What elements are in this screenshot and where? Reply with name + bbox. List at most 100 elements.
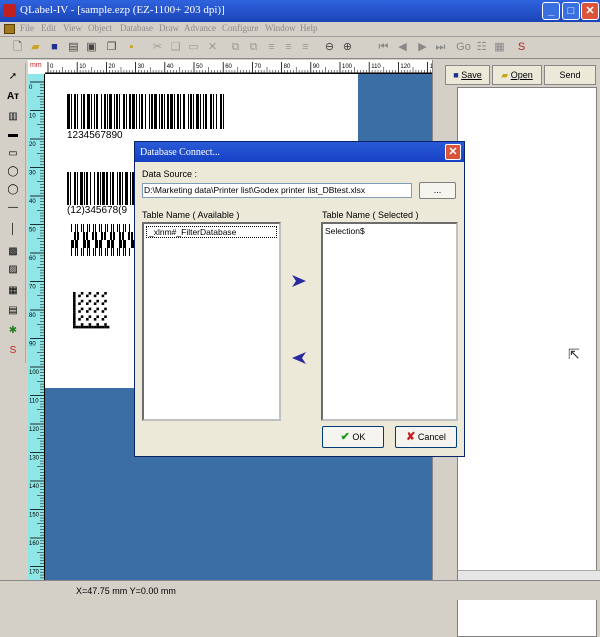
- page-setup-icon[interactable]: ❐: [104, 40, 119, 55]
- pdf417-icon[interactable]: ▤: [4, 303, 22, 319]
- open-label: Open: [510, 70, 533, 80]
- database-connect-dialog: Database Connect... ✕ Data Source : D:\M…: [134, 141, 465, 457]
- coords-readout: X=47.75 mm Y=0.00 mm: [76, 586, 176, 596]
- barcode-datamatrix: [73, 292, 110, 329]
- close-button[interactable]: ✕: [581, 2, 599, 20]
- h-ruler-label: 20: [108, 64, 115, 70]
- menu-window[interactable]: Window: [265, 23, 296, 33]
- data-source-value: D:\Marketing data\Printer list\Godex pri…: [144, 185, 366, 195]
- menu-object[interactable]: Object: [88, 23, 112, 33]
- window-title: QLabel-IV - [sample.ezp (EZ-1100+ 203 dp…: [20, 4, 225, 16]
- save-icon[interactable]: ■: [47, 40, 62, 55]
- h-ruler-label: 90: [313, 64, 320, 70]
- ellipse-icon[interactable]: ◯: [4, 164, 22, 180]
- h-ruler-label: 120: [400, 64, 411, 70]
- save-panel-button[interactable]: ■ Save: [445, 65, 490, 85]
- qrcode-icon[interactable]: ▩: [4, 244, 22, 260]
- dialog-close-button[interactable]: ✕: [445, 144, 461, 160]
- v-ruler-label: 50: [29, 228, 36, 234]
- align-left-icon[interactable]: ≡: [264, 40, 279, 55]
- status-bar: X=47.75 mm Y=0.00 mm: [0, 580, 600, 600]
- delete-icon[interactable]: ✕: [205, 40, 220, 55]
- database-icon[interactable]: ☷: [474, 40, 489, 55]
- h-ruler-label: 100: [342, 64, 353, 70]
- menu-view[interactable]: View: [63, 23, 82, 33]
- selected-table-list[interactable]: Selection$: [321, 222, 458, 421]
- barcode-tool-icon[interactable]: ▥: [4, 109, 22, 125]
- menu-help[interactable]: Help: [300, 23, 318, 33]
- cut-icon[interactable]: ✂: [150, 40, 165, 55]
- send-button[interactable]: Send: [544, 65, 596, 85]
- browse-button[interactable]: ...: [419, 182, 456, 199]
- v-ruler-label: 160: [29, 541, 40, 547]
- v-ruler-label: 90: [29, 342, 36, 348]
- horizontal-ruler: 0102030405060708090100110120130 mm: [28, 60, 432, 74]
- copy-icon[interactable]: ❏: [168, 40, 183, 55]
- vertical-line-icon[interactable]: │: [4, 222, 22, 238]
- x-icon: ✘: [406, 431, 416, 443]
- v-ruler-label: 40: [29, 199, 36, 205]
- menu-edit[interactable]: Edit: [41, 23, 56, 33]
- available-table-list[interactable]: _xlnm#_FilterDatabase: [142, 222, 281, 421]
- cancel-button[interactable]: ✘ Cancel: [395, 426, 457, 448]
- next-page-icon[interactable]: ▶: [415, 40, 430, 55]
- first-page-icon[interactable]: ⏮: [376, 40, 391, 55]
- file-list[interactable]: ⇱: [457, 87, 597, 637]
- maximize-button[interactable]: □: [562, 2, 580, 20]
- paste-icon[interactable]: ▭: [186, 40, 201, 55]
- open-folder-icon[interactable]: ▰: [28, 40, 43, 55]
- barcode2-text: (12)345678(9: [67, 205, 128, 216]
- rectangle-icon[interactable]: ▭: [4, 146, 22, 162]
- v-ruler-label: 120: [29, 427, 40, 433]
- image-icon[interactable]: ▨: [4, 262, 22, 278]
- h-ruler-label: 10: [79, 64, 86, 70]
- menu-database[interactable]: Database: [120, 23, 153, 33]
- print-preview-icon[interactable]: ▣: [84, 40, 99, 55]
- filled-rect-icon[interactable]: ▬: [4, 127, 22, 143]
- text-tool-icon[interactable]: Aт: [4, 89, 22, 105]
- new-icon[interactable]: 🗋: [10, 40, 25, 55]
- horizontal-scrollbar[interactable]: [458, 570, 600, 580]
- selected-table-item[interactable]: Selection$: [325, 226, 365, 236]
- person-icon[interactable]: ✱: [4, 323, 22, 339]
- remove-arrow-icon[interactable]: [292, 352, 306, 364]
- v-ruler-label: 30: [29, 171, 36, 177]
- barcode-gs1: [67, 172, 136, 205]
- ok-button[interactable]: ✔ OK: [322, 426, 384, 448]
- menu-file[interactable]: File: [20, 23, 34, 33]
- align-right-icon[interactable]: ≡: [298, 40, 313, 55]
- data-source-input[interactable]: D:\Marketing data\Printer list\Godex pri…: [142, 183, 412, 198]
- goto-icon[interactable]: Go: [456, 40, 471, 55]
- zoom-in-icon[interactable]: ⊕: [340, 40, 355, 55]
- lock-icon[interactable]: ▪: [124, 40, 139, 55]
- dialog-title-bar[interactable]: Database Connect... ✕: [135, 142, 464, 162]
- v-ruler-label: 170: [29, 570, 40, 576]
- minimize-button[interactable]: _: [542, 2, 560, 20]
- barcode-pdf417: [71, 224, 138, 256]
- add-arrow-icon[interactable]: [292, 275, 306, 287]
- line-icon[interactable]: —: [4, 200, 22, 216]
- serial-text-icon[interactable]: S: [4, 343, 22, 359]
- table-icon[interactable]: ▦: [492, 40, 507, 55]
- datamatrix-icon[interactable]: ▦: [4, 283, 22, 299]
- available-label: Table Name ( Available ): [142, 210, 240, 220]
- print-icon[interactable]: ▤: [66, 40, 81, 55]
- available-table-item[interactable]: _xlnm#_FilterDatabase: [146, 226, 277, 238]
- serial-icon[interactable]: S: [514, 40, 529, 55]
- last-page-icon[interactable]: ⏭: [433, 40, 448, 55]
- app-icon: [3, 4, 16, 17]
- menu-draw[interactable]: Draw: [159, 23, 179, 33]
- group-icon[interactable]: ⧉: [228, 40, 243, 55]
- circle-icon[interactable]: ◯: [4, 182, 22, 198]
- open-panel-button[interactable]: ▰ Open: [492, 65, 542, 85]
- mouse-cursor-icon: ⇱: [568, 346, 580, 362]
- ungroup-icon[interactable]: ⧉: [246, 40, 261, 55]
- prev-page-icon[interactable]: ◀: [395, 40, 410, 55]
- data-source-label: Data Source :: [142, 169, 198, 179]
- zoom-out-icon[interactable]: ⊖: [322, 40, 337, 55]
- menu-advance[interactable]: Advance: [184, 23, 216, 33]
- pointer-icon[interactable]: ➚: [4, 69, 22, 85]
- menu-configure[interactable]: Configure: [222, 23, 259, 33]
- align-center-icon[interactable]: ≡: [281, 40, 296, 55]
- v-ruler-label: 80: [29, 313, 36, 319]
